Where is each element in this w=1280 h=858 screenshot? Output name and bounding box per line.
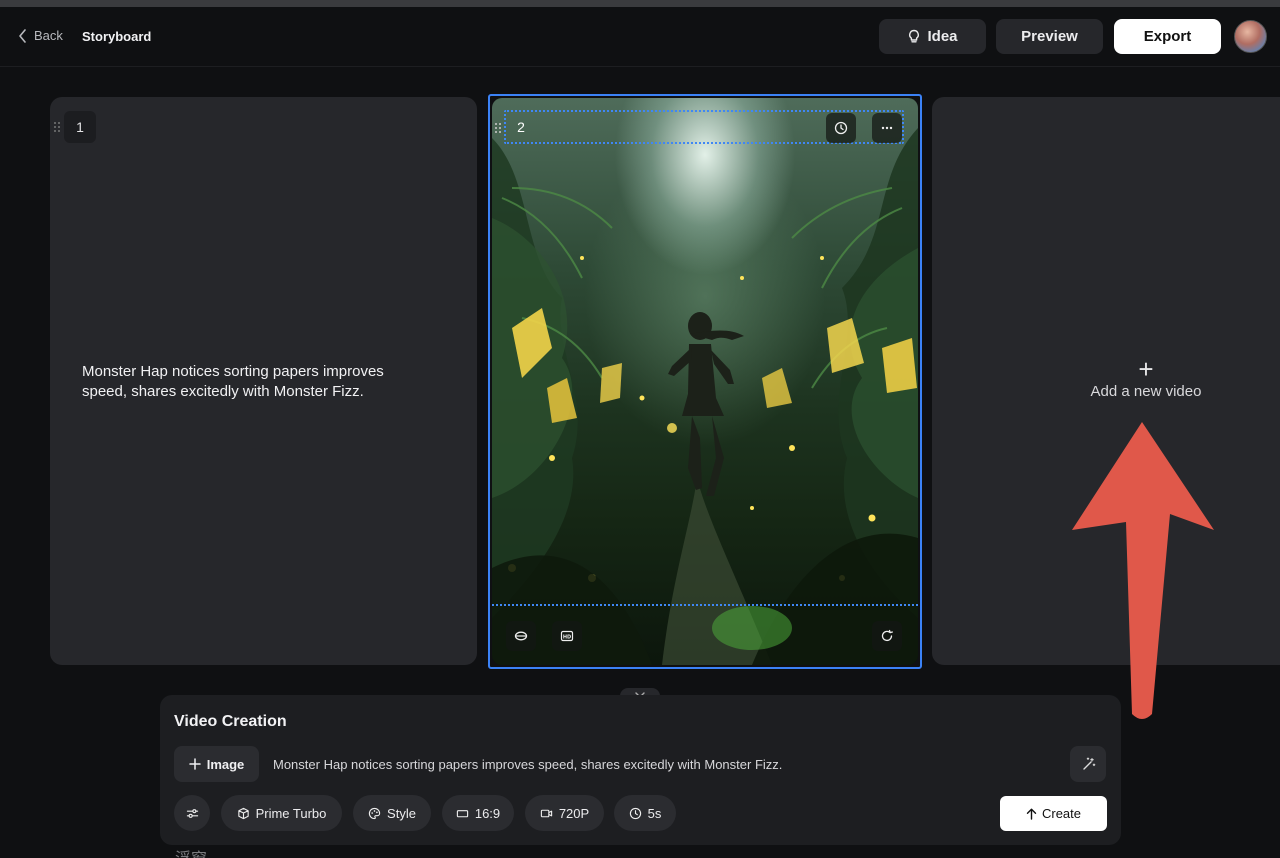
export-button[interactable]: Export bbox=[1114, 19, 1221, 54]
breadcrumb: Storyboard bbox=[82, 29, 152, 44]
add-image-button[interactable]: Image bbox=[174, 746, 259, 782]
window-top-strip bbox=[0, 0, 1280, 7]
plus-icon: + bbox=[1138, 354, 1154, 384]
magic-wand-icon bbox=[1082, 756, 1095, 770]
style-select[interactable]: Style bbox=[353, 795, 431, 831]
video-creation-panel: Video Creation Image Monster Hap notices… bbox=[160, 695, 1121, 845]
preview-button[interactable]: Preview bbox=[996, 19, 1103, 54]
prompt-input[interactable]: Monster Hap notices sorting papers impro… bbox=[273, 757, 782, 772]
panel-title: Video Creation bbox=[174, 713, 287, 730]
preview-label: Preview bbox=[1021, 28, 1078, 45]
aspect-ratio-select[interactable]: 16:9 bbox=[442, 795, 514, 831]
back-button[interactable]: Back bbox=[18, 28, 63, 43]
model-label: Prime Turbo bbox=[255, 805, 327, 821]
app-header: Back Storyboard Idea Preview Export bbox=[0, 7, 1280, 67]
sliders-icon bbox=[186, 808, 198, 818]
aspect-ratio-label: 16:9 bbox=[474, 805, 501, 821]
scene-thumbnail-image bbox=[492, 98, 918, 665]
storyboard-card-2-selected[interactable]: 2 HD bbox=[488, 94, 922, 669]
floating-window-label: 浮窗 bbox=[175, 845, 207, 858]
create-button[interactable]: Create bbox=[1000, 796, 1107, 831]
back-label: Back bbox=[34, 28, 63, 43]
regenerate-button[interactable] bbox=[872, 621, 902, 651]
refresh-icon bbox=[881, 629, 893, 642]
chevron-left-icon bbox=[19, 28, 26, 43]
video-camera-icon bbox=[540, 809, 552, 817]
style-label: Style bbox=[387, 805, 416, 821]
lips-icon bbox=[514, 631, 528, 641]
plus-icon bbox=[188, 758, 201, 770]
create-label: Create bbox=[1041, 806, 1082, 821]
storyboard-card-1[interactable]: 1 Monster Hap notices sorting papers imp… bbox=[50, 97, 477, 665]
arrow-up-icon bbox=[1026, 808, 1037, 820]
idea-label: Idea bbox=[927, 28, 958, 45]
resolution-label: 720P bbox=[558, 805, 590, 821]
annotation-arrow-up bbox=[1072, 422, 1214, 719]
card-number-badge: 1 bbox=[64, 111, 96, 143]
export-label: Export bbox=[1143, 28, 1192, 45]
drag-handle-icon[interactable] bbox=[54, 122, 62, 134]
model-select[interactable]: Prime Turbo bbox=[221, 795, 342, 831]
clock-icon bbox=[629, 807, 641, 819]
resolution-select[interactable]: 720P bbox=[525, 795, 604, 831]
more-horizontal-icon bbox=[881, 126, 893, 130]
add-new-video-label: Add a new video bbox=[1090, 383, 1202, 400]
more-options-button[interactable] bbox=[872, 113, 902, 143]
hd-icon: HD bbox=[560, 630, 574, 642]
idea-button[interactable]: Idea bbox=[879, 19, 986, 54]
aspect-ratio-icon bbox=[456, 809, 469, 817]
card-description: Monster Hap notices sorting papers impro… bbox=[82, 363, 384, 400]
drag-handle-icon[interactable] bbox=[495, 123, 503, 135]
jungle-scene-illustration bbox=[492, 128, 918, 665]
duration-label: 5s bbox=[647, 805, 662, 821]
hd-upscale-button[interactable]: HD bbox=[552, 621, 582, 651]
add-image-label: Image bbox=[206, 756, 245, 772]
svg-text:HD: HD bbox=[563, 634, 571, 640]
history-button[interactable] bbox=[826, 113, 856, 143]
settings-button[interactable] bbox=[174, 795, 210, 831]
card-number-badge: 2 bbox=[517, 119, 525, 135]
lightbulb-icon bbox=[909, 29, 920, 43]
duration-select[interactable]: 5s bbox=[614, 795, 676, 831]
card-bottom-toolbar-region bbox=[492, 604, 918, 606]
magic-enhance-button[interactable] bbox=[1070, 746, 1106, 782]
history-icon bbox=[834, 121, 848, 135]
lip-sync-button[interactable] bbox=[506, 621, 536, 651]
add-new-video-button[interactable]: + Add a new video bbox=[932, 354, 1280, 400]
palette-icon bbox=[368, 807, 381, 819]
user-avatar[interactable] bbox=[1234, 20, 1267, 53]
cube-icon bbox=[237, 807, 249, 819]
